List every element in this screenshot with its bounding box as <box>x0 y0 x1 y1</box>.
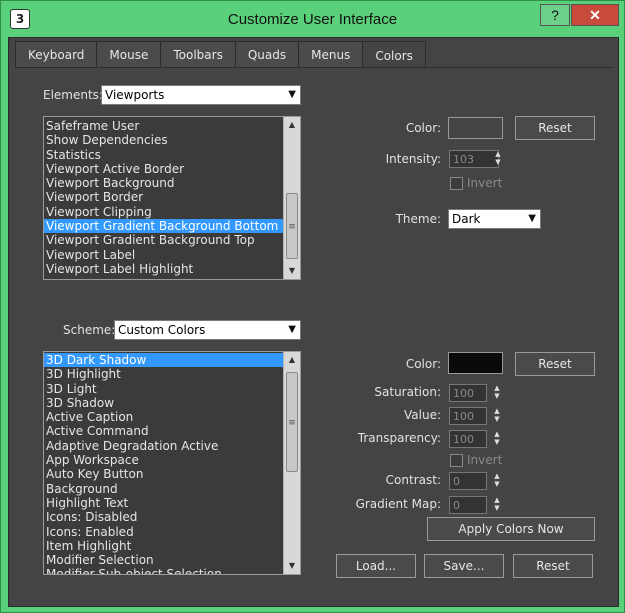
scroll-thumb[interactable]: ≡ <box>286 372 298 472</box>
contrast-spinner-icon[interactable]: ▲ ▼ <box>491 472 503 490</box>
scheme-color-swatch[interactable] <box>448 352 503 374</box>
tab-quads[interactable]: Quads <box>234 41 300 67</box>
list-item[interactable]: Viewport Active Border <box>44 162 284 176</box>
list-item[interactable]: 3D Highlight <box>44 367 284 381</box>
elements-label: Elements: <box>43 88 103 102</box>
list-item[interactable]: Viewport Border <box>44 190 284 204</box>
chevron-down-icon: ▼ <box>528 213 536 224</box>
apply-colors-button[interactable]: Apply Colors Now <box>427 517 595 541</box>
list-item[interactable]: 3D Light <box>44 382 284 396</box>
title-bar[interactable]: 3 Customize User Interface ? ✕ <box>1 1 624 37</box>
intensity-label: Intensity: <box>385 152 441 166</box>
scheme-color-label: Color: <box>405 357 441 371</box>
list-item[interactable]: Background <box>44 482 284 496</box>
scheme-dropdown-value: Custom Colors <box>118 323 206 337</box>
list-item[interactable]: Highlight Text <box>44 496 284 510</box>
list-item[interactable]: Modifier Selection <box>44 553 284 567</box>
tab-keyboard[interactable]: Keyboard <box>15 41 98 67</box>
load-button[interactable]: Load... <box>336 554 416 578</box>
list-item[interactable]: Icons: Disabled <box>44 510 284 524</box>
transparency-field[interactable]: 100 <box>449 430 487 448</box>
footer-reset-button[interactable]: Reset <box>513 554 593 578</box>
scheme-items: 3D Dark Shadow 3D Highlight 3D Light 3D Sha… <box>44 353 284 574</box>
gradient-map-spinner-icon[interactable]: ▲ ▼ <box>491 496 503 514</box>
scroll-down-icon[interactable]: ▼ <box>284 263 300 279</box>
tab-divider <box>15 67 613 68</box>
scheme-dropdown[interactable]: Custom Colors ▼ <box>114 320 301 340</box>
tab-menus[interactable]: Menus <box>298 41 364 67</box>
scheme-invert-checkbox[interactable] <box>450 454 463 467</box>
dialog-window: 3 Customize User Interface ? ✕ Keyboard … <box>0 0 625 613</box>
list-item[interactable]: Active Caption <box>44 410 284 424</box>
dialog-client: Keyboard Mouse Toolbars Quads Menus Colo… <box>8 37 619 607</box>
elements-scrollbar[interactable]: ▲ ≡ ▼ <box>283 117 300 279</box>
tab-mouse[interactable]: Mouse <box>96 41 162 67</box>
saturation-label: Saturation: <box>374 385 441 399</box>
value-field[interactable]: 100 <box>449 407 487 425</box>
saturation-field[interactable]: 100 <box>449 384 487 402</box>
tab-strip: Keyboard Mouse Toolbars Quads Menus Colo… <box>15 41 426 69</box>
list-item[interactable]: Viewport Background <box>44 176 284 190</box>
element-color-label: Color: <box>405 121 441 135</box>
list-item[interactable]: App Workspace <box>44 453 284 467</box>
help-button[interactable]: ? <box>540 4 570 26</box>
chevron-down-icon: ▼ <box>288 89 296 100</box>
element-reset-button[interactable]: Reset <box>515 116 595 140</box>
list-item[interactable]: Viewport Gradient Background Top <box>44 233 284 247</box>
list-item[interactable]: 3D Dark Shadow <box>44 353 284 368</box>
elements-dropdown[interactable]: Viewports ▼ <box>101 85 301 105</box>
elements-items: Safeframe User Show Dependencies Statistic… <box>44 119 284 276</box>
list-item[interactable]: Show Dependencies <box>44 133 284 147</box>
list-item[interactable]: Viewport Label Highlight <box>44 262 284 276</box>
scheme-list[interactable]: 3D Dark Shadow 3D Highlight 3D Light 3D Sha… <box>43 351 301 575</box>
list-item[interactable]: Statistics <box>44 148 284 162</box>
elements-dropdown-value: Viewports <box>105 88 165 102</box>
close-button[interactable]: ✕ <box>571 4 619 26</box>
save-button[interactable]: Save... <box>424 554 504 578</box>
element-invert-label: Invert <box>467 176 503 190</box>
theme-dropdown[interactable]: Dark ▼ <box>448 209 541 229</box>
transparency-spinner-icon[interactable]: ▲ ▼ <box>491 430 503 448</box>
list-item[interactable]: Adaptive Degradation Active <box>44 439 284 453</box>
transparency-label: Transparency: <box>357 431 441 445</box>
list-item[interactable]: Active Command <box>44 424 284 438</box>
window-title: Customize User Interface <box>227 11 398 28</box>
scroll-down-icon[interactable]: ▼ <box>284 558 300 574</box>
contrast-label: Contrast: <box>385 473 441 487</box>
intensity-spinner-icon[interactable]: ▲ ▼ <box>492 150 504 168</box>
list-item[interactable]: Icons: Enabled <box>44 525 284 539</box>
list-item[interactable]: Modifier Sub-object Selection <box>44 567 284 574</box>
list-item[interactable]: Viewport Gradient Background Bottom <box>44 219 284 234</box>
scheme-label: Scheme: <box>63 323 116 337</box>
gradient-map-field[interactable]: 0 <box>449 496 487 514</box>
value-spinner-icon[interactable]: ▲ ▼ <box>491 407 503 425</box>
scheme-invert-label: Invert <box>467 453 503 467</box>
list-item[interactable]: Auto Key Button <box>44 467 284 481</box>
list-item[interactable]: Viewport Clipping <box>44 205 284 219</box>
theme-label: Theme: <box>395 212 441 226</box>
scheme-scrollbar[interactable]: ▲ ≡ ▼ <box>283 352 300 574</box>
chevron-down-icon: ▼ <box>288 324 296 335</box>
list-item[interactable]: Viewport Label <box>44 248 284 262</box>
contrast-field[interactable]: 0 <box>449 472 487 490</box>
tab-colors[interactable]: Colors <box>362 41 426 69</box>
gradient-map-label: Gradient Map: <box>355 497 441 511</box>
value-label: Value: <box>404 408 441 422</box>
scroll-thumb[interactable]: ≡ <box>286 193 298 259</box>
scroll-up-icon[interactable]: ▲ <box>284 352 300 368</box>
list-item[interactable]: Safeframe User <box>44 119 284 133</box>
elements-list[interactable]: Safeframe User Show Dependencies Statistic… <box>43 116 301 280</box>
scroll-up-icon[interactable]: ▲ <box>284 117 300 133</box>
element-invert-checkbox[interactable] <box>450 177 463 190</box>
list-item[interactable]: Item Highlight <box>44 539 284 553</box>
list-item[interactable]: 3D Shadow <box>44 396 284 410</box>
element-color-swatch[interactable] <box>448 117 503 139</box>
tab-toolbars[interactable]: Toolbars <box>160 41 236 67</box>
theme-dropdown-value: Dark <box>452 212 481 226</box>
scheme-reset-button[interactable]: Reset <box>515 352 595 376</box>
saturation-spinner-icon[interactable]: ▲ ▼ <box>491 384 503 402</box>
